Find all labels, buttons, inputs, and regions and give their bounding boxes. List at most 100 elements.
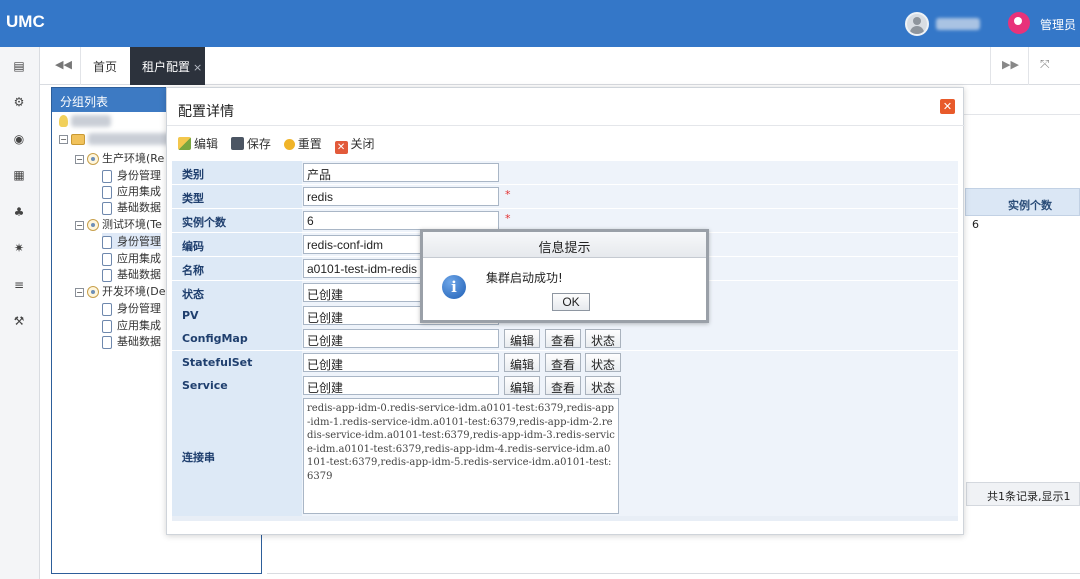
document-icon	[102, 235, 112, 249]
folder-icon	[71, 133, 85, 145]
location-pin-icon[interactable]	[1008, 12, 1030, 34]
list-icon[interactable]: ≡	[10, 277, 28, 293]
service-edit-button[interactable]: 编辑	[504, 376, 541, 395]
tree-root-user[interactable]	[59, 114, 111, 130]
field-label: 编码	[172, 233, 302, 256]
info-popup-message: 集群启动成功!	[486, 271, 563, 285]
id-card-icon[interactable]: ▤	[10, 58, 28, 74]
tab-home[interactable]: 首页	[93, 58, 117, 75]
environment-icon	[87, 219, 99, 231]
required-mark: *	[505, 212, 511, 225]
field-row-connection: 连接串 redis-app-idm-0.redis-service-idm.a0…	[172, 397, 958, 516]
environment-icon	[87, 286, 99, 298]
document-icon	[102, 169, 112, 183]
table-header-instance-count[interactable]: 实例个数	[965, 188, 1080, 216]
table-icon[interactable]: ▦	[10, 167, 28, 183]
field-row-service: Service 已创建 编辑 查看 状态	[172, 374, 958, 397]
document-icon	[102, 335, 112, 349]
reset-button[interactable]: 重置	[283, 135, 322, 152]
field-row-type: 类型 redis *	[172, 185, 958, 208]
pager-info: 共1条记录,显示1	[966, 482, 1080, 506]
dialog-toolbar: 编辑 保存 重置 ✕ 关闭	[178, 135, 384, 154]
configmap-edit-button[interactable]: 编辑	[504, 329, 541, 348]
tab-tenant-config[interactable]: 租户配置 ×	[130, 47, 205, 85]
cog-icon[interactable]: ✷	[10, 240, 28, 256]
admin-label[interactable]: 管理员	[1040, 16, 1076, 33]
edit-button[interactable]: 编辑	[178, 135, 218, 152]
document-icon	[102, 302, 112, 316]
tree-env-dev[interactable]: − 开发环境(De	[75, 283, 166, 299]
tree-root-org[interactable]: −	[59, 132, 180, 148]
document-icon	[102, 252, 112, 266]
fullscreen-icon[interactable]: ⤧	[1040, 57, 1050, 72]
collapse-icon[interactable]: −	[59, 134, 68, 144]
tab-scroll-back-icon[interactable]: ◀◀	[55, 58, 72, 71]
field-label: 名称	[172, 257, 302, 280]
statefulset-view-button[interactable]: 查看	[545, 353, 582, 372]
wrench-icon[interactable]: ⚒	[10, 313, 28, 329]
tree-item[interactable]: 应用集成	[102, 183, 161, 199]
ok-button[interactable]: OK	[552, 293, 590, 311]
tree-item[interactable]: 基础数据	[102, 333, 161, 349]
tab-strip: ◀◀ 首页 租户配置 × ▶▶ ⤧	[40, 47, 1080, 85]
configmap-view-button[interactable]: 查看	[545, 329, 582, 348]
category-field[interactable]: 产品	[303, 163, 499, 182]
tree-item[interactable]: 基础数据	[102, 199, 161, 215]
document-icon	[102, 201, 112, 215]
tree-item-selected[interactable]: 身份管理	[102, 233, 161, 249]
field-label: 实例个数	[172, 209, 302, 232]
configmap-status-button[interactable]: 状态	[585, 329, 622, 348]
field-row-statefulset: StatefulSet 已创建 编辑 查看 状态	[172, 351, 958, 374]
tree-env-test[interactable]: − 测试环境(Te	[75, 216, 162, 232]
tab-scroll-forward-icon[interactable]: ▶▶	[1002, 58, 1019, 71]
document-icon	[102, 319, 112, 333]
left-icon-rail: ▤ ⚙ ◉ ▦ ♣ ✷ ≡ ⚒	[0, 47, 40, 579]
statefulset-field[interactable]: 已创建	[303, 353, 499, 372]
save-button[interactable]: 保存	[230, 135, 271, 152]
collapse-icon[interactable]: −	[75, 287, 84, 297]
close-button[interactable]: ✕ 关闭	[334, 135, 375, 154]
eye-icon[interactable]: ◉	[10, 131, 28, 147]
dialog-title: 配置详情	[178, 104, 234, 120]
document-icon	[102, 185, 112, 199]
service-field[interactable]: 已创建	[303, 376, 499, 395]
field-label: StatefulSet	[172, 351, 302, 374]
field-label: PV	[172, 304, 302, 327]
statefulset-edit-button[interactable]: 编辑	[504, 353, 541, 372]
sitemap-icon[interactable]: ♣	[10, 204, 28, 220]
field-row-configmap: ConfigMap 已创建 编辑 查看 状态	[172, 327, 958, 350]
tree-item[interactable]: 身份管理	[102, 300, 161, 316]
close-icon: ✕	[334, 141, 348, 154]
field-row-category: 类别 产品	[172, 161, 958, 184]
instance-count-field[interactable]: 6	[303, 211, 499, 230]
save-icon	[230, 137, 244, 150]
type-field[interactable]: redis	[303, 187, 499, 206]
field-label: 状态	[172, 281, 302, 304]
configmap-field[interactable]: 已创建	[303, 329, 499, 348]
tree-env-prod[interactable]: − 生产环境(Re	[75, 150, 164, 166]
tree-item[interactable]: 应用集成	[102, 250, 161, 266]
tab-tenant-config-label: 租户配置	[142, 60, 191, 74]
user-avatar[interactable]	[905, 12, 929, 36]
app-logo: UMC	[6, 12, 45, 31]
collapse-icon[interactable]: −	[75, 154, 84, 164]
bulb-icon	[59, 115, 68, 127]
environment-icon	[87, 153, 99, 165]
field-label: Service	[172, 374, 302, 397]
collapse-icon[interactable]: −	[75, 220, 84, 230]
statefulset-status-button[interactable]: 状态	[585, 353, 622, 372]
tree-item[interactable]: 基础数据	[102, 266, 161, 282]
service-status-button[interactable]: 状态	[585, 376, 622, 395]
user-name-redacted[interactable]	[936, 18, 980, 30]
tree-item[interactable]: 应用集成	[102, 317, 161, 333]
field-label: 类型	[172, 185, 302, 208]
gears-icon[interactable]: ⚙	[10, 94, 28, 110]
top-header: UMC 管理员	[0, 0, 1080, 47]
connection-string-textarea[interactable]: redis-app-idm-0.redis-service-idm.a0101-…	[303, 398, 619, 514]
reset-icon	[283, 139, 295, 150]
dialog-close-icon[interactable]: ✕	[940, 99, 955, 114]
tab-close-icon[interactable]: ×	[193, 61, 202, 74]
tree-item[interactable]: 身份管理	[102, 167, 161, 183]
field-label: 连接串	[172, 397, 302, 516]
service-view-button[interactable]: 查看	[545, 376, 582, 395]
